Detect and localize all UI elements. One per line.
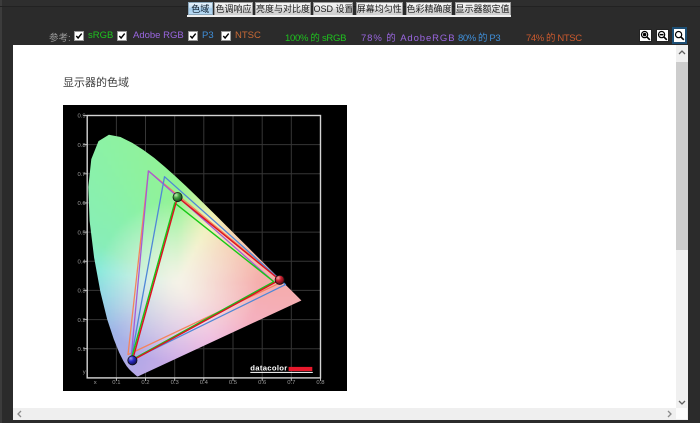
svg-text:0.4: 0.4 <box>77 260 86 266</box>
svg-text:0.2: 0.2 <box>141 380 149 386</box>
svg-text:0.7: 0.7 <box>287 380 295 386</box>
svg-text:x: x <box>94 380 97 386</box>
svg-text:0.2: 0.2 <box>77 318 85 324</box>
svg-text:0.5: 0.5 <box>229 380 238 386</box>
svg-text:0.3: 0.3 <box>171 380 180 386</box>
svg-text:0.8: 0.8 <box>77 143 86 149</box>
svg-text:0.9: 0.9 <box>77 114 85 120</box>
svg-text:0.1: 0.1 <box>112 380 120 386</box>
svg-text:0.6: 0.6 <box>77 201 86 207</box>
svg-text:datacolor: datacolor <box>250 364 287 373</box>
svg-text:0.1: 0.1 <box>77 347 85 353</box>
svg-text:y: y <box>83 370 86 376</box>
svg-text:0.3: 0.3 <box>77 289 86 295</box>
svg-text:0.8: 0.8 <box>316 380 325 386</box>
svg-text:0.5: 0.5 <box>77 231 86 237</box>
svg-text:0.6: 0.6 <box>258 380 267 386</box>
svg-text:0.7: 0.7 <box>77 172 85 178</box>
svg-text:0.4: 0.4 <box>200 380 209 386</box>
